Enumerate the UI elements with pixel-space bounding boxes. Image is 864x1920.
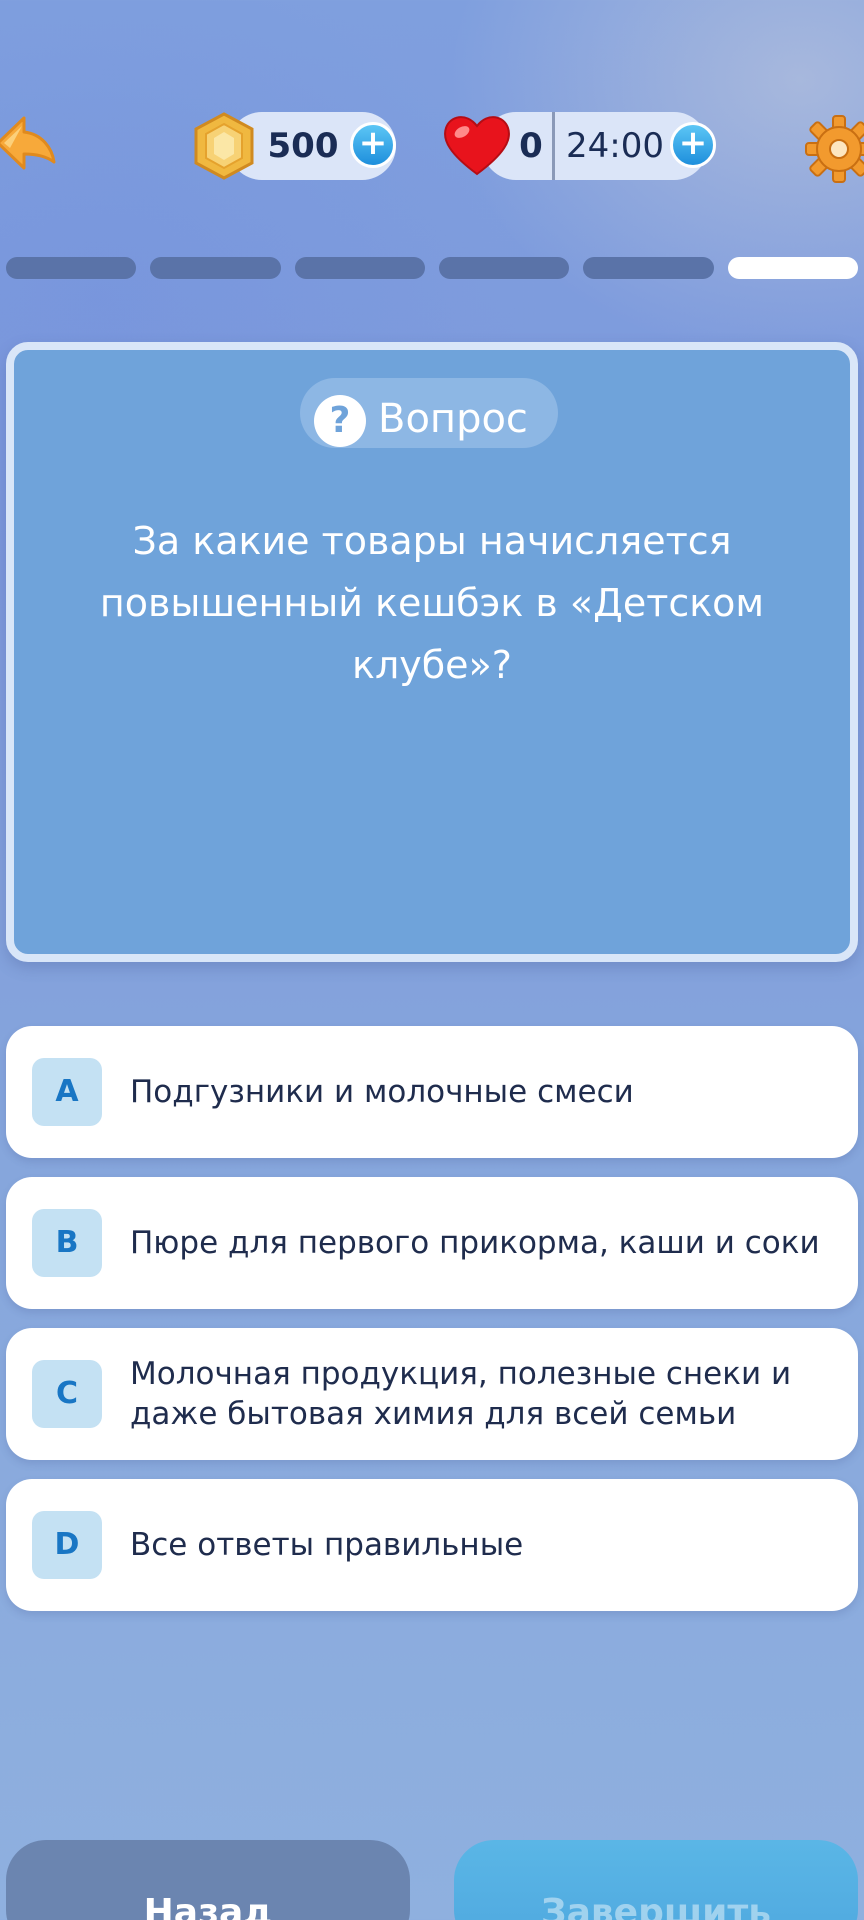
answer-option-b[interactable]: B Пюре для первого прикорма, каши и соки (6, 1177, 858, 1309)
question-mark-icon: ? (314, 395, 366, 447)
answer-text: Все ответы правильные (130, 1527, 524, 1563)
back-arrow-icon[interactable] (0, 110, 60, 176)
progress-segment (294, 257, 425, 279)
answer-text: Пюре для первого прикорма, каши и соки (130, 1225, 820, 1261)
progress-segment (438, 257, 570, 279)
question-text: За какие товары начисляется повышенный к… (99, 519, 765, 687)
progress-segment (150, 257, 281, 279)
lives-timer-value: 24:00 (566, 126, 664, 166)
lives-value: 0 (519, 126, 543, 166)
answer-letter: B (32, 1209, 102, 1277)
coin-value: 500 (267, 126, 339, 166)
gear-icon[interactable] (804, 114, 864, 184)
answer-option-c[interactable]: C Молочная продукция, полезные снеки и д… (6, 1328, 858, 1460)
answer-text: Подгузники и молочные смеси (130, 1074, 634, 1110)
question-progress (6, 257, 858, 279)
progress-segment (583, 257, 714, 279)
lives-timer-divider (552, 112, 555, 180)
heart-icon (440, 112, 514, 178)
answer-letter: A (32, 1058, 102, 1126)
back-button[interactable]: Назад (6, 1840, 410, 1920)
coin-gem-icon (192, 112, 256, 180)
progress-segment (6, 257, 137, 279)
answer-text: Молочная продукция, полезные снеки и даж… (130, 1356, 792, 1432)
answer-letter: C (32, 1360, 102, 1428)
answer-option-a[interactable]: A Подгузники и молочные смеси (6, 1026, 858, 1158)
answer-letter: D (32, 1511, 102, 1579)
answer-option-d[interactable]: D Все ответы правильные (6, 1479, 858, 1611)
add-coins-button[interactable]: + (350, 122, 396, 168)
add-lives-button[interactable]: + (670, 122, 716, 168)
progress-segment (727, 257, 858, 279)
question-badge-label: Вопрос (378, 396, 528, 442)
finish-button[interactable]: Завершить (454, 1840, 858, 1920)
